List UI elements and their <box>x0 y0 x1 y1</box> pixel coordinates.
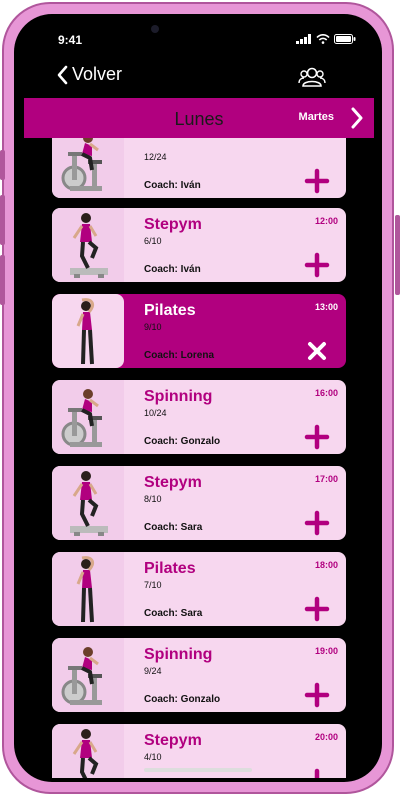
class-name: Stepym <box>144 732 202 749</box>
class-card[interactable]: Spinning 16:00 10/24 Coach: Gonzalo <box>52 380 346 454</box>
class-figure-image <box>52 638 124 712</box>
class-coach: Coach: Iván <box>144 180 201 191</box>
home-indicator <box>144 768 252 772</box>
class-name: Pilates <box>144 302 196 319</box>
users-icon[interactable] <box>298 66 326 88</box>
add-icon[interactable] <box>304 682 330 708</box>
class-figure-image <box>52 552 124 626</box>
class-coach: Coach: Iván <box>144 264 201 275</box>
class-name: Stepym <box>144 216 202 233</box>
add-icon[interactable] <box>304 596 330 622</box>
class-card[interactable]: Stepym 12:00 6/10 Coach: Iván <box>52 208 346 282</box>
class-capacity: 10/24 <box>144 408 167 418</box>
notch <box>168 14 260 36</box>
class-card[interactable]: Pilates 18:00 7/10 Coach: Sara <box>52 552 346 626</box>
screen: 9:41 Volver Lunes Martes 12/24 Coach: Ivá… <box>14 14 382 782</box>
class-time: 17:00 <box>314 474 338 484</box>
chevron-right-icon[interactable] <box>350 106 364 130</box>
next-day-label[interactable]: Martes <box>299 111 334 123</box>
class-card[interactable]: Pilates 13:00 9/10 Coach: Lorena <box>52 294 346 368</box>
class-name: Stepym <box>144 474 202 491</box>
class-card[interactable]: Spinning 19:00 9/24 Coach: Gonzalo <box>52 638 346 712</box>
add-icon[interactable] <box>304 168 330 194</box>
add-icon[interactable] <box>304 252 330 278</box>
class-time: 16:00 <box>314 388 338 398</box>
class-time: 20:00 <box>314 732 338 742</box>
status-icons <box>296 34 356 44</box>
signal-icon <box>296 34 311 44</box>
add-icon[interactable] <box>304 510 330 536</box>
class-figure-image <box>52 466 124 540</box>
class-figure-image <box>52 380 124 454</box>
class-figure-image <box>52 724 124 778</box>
class-card[interactable]: Stepym 17:00 8/10 Coach: Sara <box>52 466 346 540</box>
class-figure-image <box>52 294 124 368</box>
class-time: 19:00 <box>314 646 338 656</box>
back-button[interactable]: Volver <box>56 64 122 85</box>
add-icon[interactable] <box>304 424 330 450</box>
status-time: 9:41 <box>58 33 83 47</box>
class-capacity: 12/24 <box>144 152 167 162</box>
add-icon[interactable] <box>304 768 330 778</box>
volume-down-button <box>0 255 5 305</box>
class-name: Spinning <box>144 646 213 663</box>
class-coach: Coach: Sara <box>144 522 203 533</box>
class-name: Spinning <box>144 388 213 405</box>
class-capacity: 7/10 <box>144 580 162 590</box>
class-coach: Coach: Sara <box>144 608 203 619</box>
class-time: 13:00 <box>314 302 338 312</box>
chevron-left-icon <box>57 65 68 84</box>
class-capacity: 9/24 <box>144 666 162 676</box>
class-figure-image <box>52 138 124 198</box>
volume-up-button <box>0 195 5 245</box>
class-capacity: 9/10 <box>144 322 162 332</box>
class-list: 12/24 Coach: Iván Stepym 12:00 6/10 Coach: Iv… <box>14 138 382 778</box>
class-capacity: 6/10 <box>144 236 162 246</box>
back-label: Volver <box>72 64 123 84</box>
class-coach: Coach: Lorena <box>144 350 215 361</box>
class-capacity: 4/10 <box>144 752 162 762</box>
class-coach: Coach: Gonzalo <box>144 694 221 705</box>
wifi-icon <box>316 34 330 44</box>
class-name: Pilates <box>144 560 196 577</box>
power-button <box>395 215 400 295</box>
camera <box>151 25 159 33</box>
close-icon[interactable] <box>304 338 330 364</box>
mute-switch <box>0 150 5 180</box>
class-figure-image <box>52 208 124 282</box>
class-coach: Coach: Gonzalo <box>144 436 221 447</box>
class-time: 12:00 <box>314 216 338 226</box>
battery-icon <box>334 34 356 44</box>
class-capacity: 8/10 <box>144 494 162 504</box>
day-selector: Lunes Martes <box>24 98 374 138</box>
class-time: 18:00 <box>314 560 338 570</box>
class-card[interactable]: 12/24 Coach: Iván <box>52 138 346 198</box>
